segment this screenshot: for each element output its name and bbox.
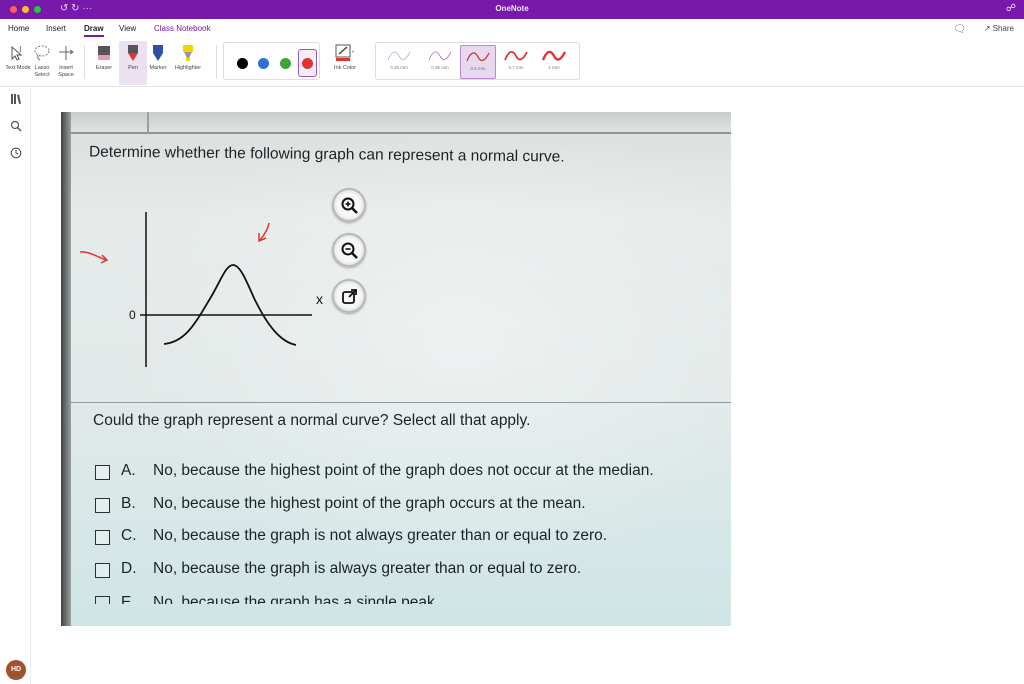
color-swatch-blue[interactable] bbox=[258, 58, 269, 69]
zoom-out-icon bbox=[341, 242, 358, 259]
option-letter: A. bbox=[121, 462, 136, 479]
window-title: OneNote bbox=[495, 4, 529, 13]
color-swatch-green[interactable] bbox=[280, 58, 291, 69]
ink-color-button[interactable]: Ink Color bbox=[330, 42, 360, 84]
marker-button[interactable]: Marker bbox=[144, 41, 172, 85]
checkbox-e[interactable] bbox=[95, 596, 110, 604]
stroke-width-icon bbox=[387, 51, 411, 61]
notebooks-icon[interactable] bbox=[9, 93, 23, 107]
graph-zero-label: 0 bbox=[129, 308, 136, 322]
search-icon[interactable] bbox=[9, 120, 23, 134]
width-option-0-25[interactable]: 0.25 mm bbox=[381, 45, 417, 79]
eraser-label: Eraser bbox=[95, 65, 113, 71]
color-swatch-red[interactable] bbox=[302, 58, 313, 69]
bell-curve-graph: 0 x bbox=[79, 212, 323, 367]
width-option-0-35[interactable]: 0.35 mm bbox=[422, 45, 458, 79]
tab-insert[interactable]: Insert bbox=[46, 24, 66, 34]
width-option-0-5[interactable]: 0.5 mm bbox=[460, 45, 496, 79]
option-text: No, because the graph is not always grea… bbox=[153, 527, 608, 544]
insert-space-button[interactable]: Insert Space bbox=[52, 41, 80, 85]
feedback-icon[interactable]: 🗨 bbox=[953, 24, 966, 35]
width-label: 0.7 mm bbox=[508, 65, 524, 70]
pen-button[interactable]: Pen bbox=[119, 41, 147, 85]
highlighter-icon bbox=[183, 45, 193, 61]
onenote-window: ↺ ↻ ··· OneNote ☍ Home Insert Draw View … bbox=[0, 0, 1024, 684]
tab-draw[interactable]: Draw bbox=[84, 24, 104, 37]
stroke-width-icon bbox=[428, 51, 452, 61]
option-letter: C. bbox=[121, 527, 137, 544]
highlighter-label: Highlighter bbox=[174, 65, 202, 71]
left-navigation-rail: HD bbox=[0, 88, 31, 684]
tab-view[interactable]: View bbox=[119, 24, 136, 34]
stroke-width-icon bbox=[466, 52, 490, 62]
svg-text:I: I bbox=[19, 45, 22, 54]
stroke-width-icon bbox=[541, 50, 567, 61]
width-label: 1 mm bbox=[548, 65, 560, 70]
checkbox-c[interactable] bbox=[95, 530, 110, 545]
option-text: No, because the graph has a single peak. bbox=[153, 594, 440, 604]
account-icon[interactable]: ☍ bbox=[1006, 3, 1016, 14]
ribbon-divider bbox=[216, 45, 217, 79]
marker-label: Marker bbox=[149, 65, 167, 71]
highlighter-button[interactable]: Highlighter bbox=[174, 41, 202, 85]
eraser-button[interactable]: Eraser bbox=[90, 41, 118, 85]
zoom-in-icon bbox=[341, 197, 358, 214]
insert-space-icon bbox=[59, 46, 74, 60]
tab-class-notebook[interactable]: Class Notebook bbox=[154, 24, 210, 34]
stroke-width-options: 0.25 mm 0.35 mm 0.5 mm 0.7 mm 1 mm bbox=[375, 42, 580, 80]
width-label: 0.35 mm bbox=[431, 65, 449, 70]
share-button[interactable]: ↗ Share bbox=[984, 24, 1014, 33]
bell-curve bbox=[163, 264, 297, 346]
ribbon-divider bbox=[84, 45, 85, 79]
pen-icon bbox=[128, 45, 138, 61]
option-text: No, because the highest point of the gra… bbox=[153, 495, 586, 512]
pasted-photo[interactable]: Determine whether the following graph ca… bbox=[61, 112, 731, 626]
option-text: No, because the graph is always greater … bbox=[153, 560, 582, 577]
eraser-icon bbox=[98, 46, 110, 60]
option-letter: D. bbox=[121, 560, 137, 577]
insert-space-label: Insert Space bbox=[58, 65, 74, 78]
width-label: 0.25 mm bbox=[390, 65, 408, 70]
checkbox-d[interactable] bbox=[95, 563, 110, 578]
title-bar: ↺ ↻ ··· OneNote ☍ bbox=[0, 0, 1024, 19]
width-option-1[interactable]: 1 mm bbox=[536, 45, 572, 79]
avatar[interactable]: HD bbox=[6, 660, 26, 680]
marker-icon bbox=[153, 45, 163, 61]
ribbon-tabs: Home Insert Draw View Class Notebook 🗨 ↗… bbox=[0, 19, 1024, 39]
photo-left-edge bbox=[61, 112, 71, 626]
draw-ribbon: I Text Mode Lasso Select Insert Space Er… bbox=[0, 39, 1024, 87]
option-letter: E. bbox=[121, 594, 136, 604]
color-swatch-black[interactable] bbox=[237, 58, 248, 69]
stroke-width-icon bbox=[504, 51, 528, 61]
answer-option-e-cut-off[interactable]: E. No, because the graph has a single pe… bbox=[95, 590, 515, 604]
tab-home[interactable]: Home bbox=[8, 24, 29, 34]
zoom-out-button[interactable] bbox=[332, 233, 366, 267]
select-all-prompt: Could the graph represent a normal curve… bbox=[93, 412, 531, 429]
recent-icon[interactable] bbox=[9, 147, 23, 161]
external-link-icon bbox=[342, 289, 357, 304]
question-text: Determine whether the following graph ca… bbox=[88, 143, 565, 166]
open-in-new-window-button[interactable] bbox=[332, 279, 366, 313]
ink-color-icon bbox=[335, 44, 354, 61]
width-option-0-7[interactable]: 0.7 mm bbox=[498, 45, 534, 79]
share-label: Share bbox=[992, 24, 1014, 33]
ink-color-label: Ink Color bbox=[333, 65, 356, 71]
checkbox-b[interactable] bbox=[95, 498, 110, 513]
pen-label: Pen bbox=[128, 65, 138, 71]
zoom-in-button[interactable] bbox=[332, 188, 366, 222]
section-divider bbox=[71, 402, 731, 403]
ink-color-swatches bbox=[223, 42, 320, 80]
red-annotation-arrow bbox=[259, 222, 270, 241]
lasso-icon bbox=[34, 45, 50, 61]
option-letter: B. bbox=[121, 495, 136, 512]
text-mode-icon: I bbox=[11, 45, 23, 61]
width-label: 0.5 mm bbox=[470, 66, 486, 71]
photo-top-strip bbox=[61, 112, 731, 134]
photo-top-divider bbox=[147, 112, 149, 134]
checkbox-a[interactable] bbox=[95, 465, 110, 480]
graph-x-label: x bbox=[316, 291, 323, 307]
option-text: No, because the highest point of the gra… bbox=[153, 462, 654, 479]
